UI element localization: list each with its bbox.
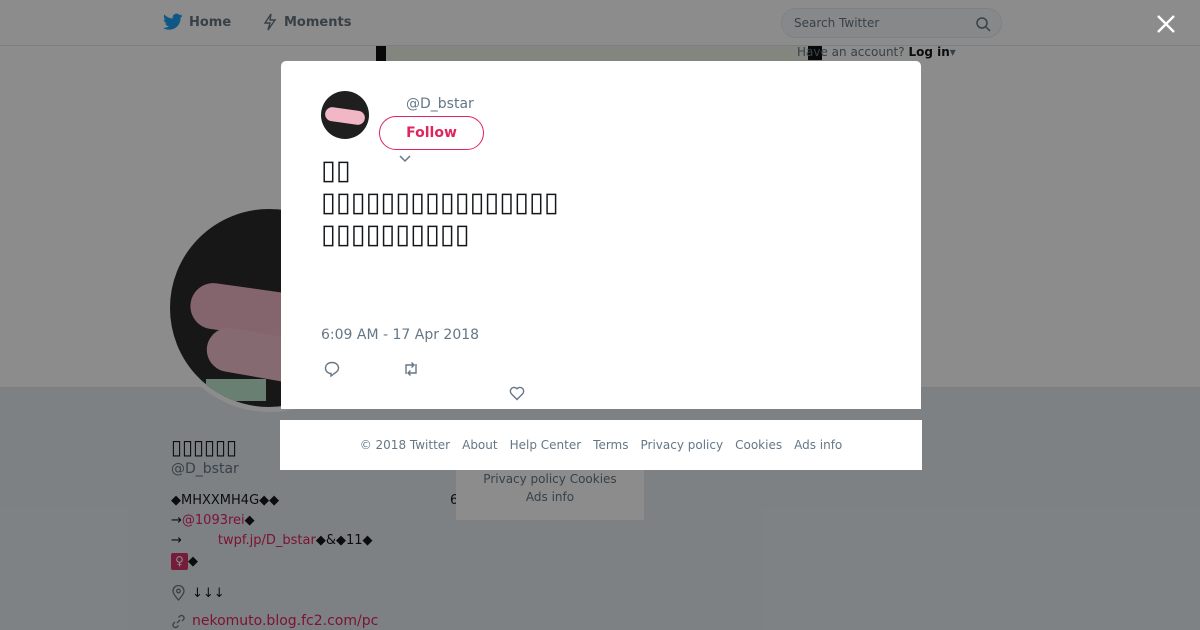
tweet-text: ▯▯ ▯▯▯▯▯▯▯▯▯▯▯▯▯▯▯▯ ▯▯▯▯▯▯▯▯▯▯ [321, 155, 559, 250]
tweet-timestamp[interactable]: 6:09 AM - 17 Apr 2018 [321, 327, 479, 343]
footer-link-help-center[interactable]: Help Center [510, 438, 582, 452]
tweet-modal: @D_bstar Follow ▯▯ ▯▯▯▯▯▯▯▯▯▯▯▯▯▯▯▯ ▯▯▯▯… [281, 61, 921, 409]
footer-link-terms[interactable]: Terms [593, 438, 628, 452]
footer-copyright: © 2018 Twitter [359, 438, 451, 452]
retweet-icon[interactable] [402, 360, 420, 378]
footer-link-privacy[interactable]: Privacy policy [641, 438, 724, 452]
reply-icon[interactable] [323, 360, 341, 378]
footer-link-cookies[interactable]: Cookies [735, 438, 782, 452]
close-icon[interactable] [1155, 13, 1177, 35]
tweet-author-avatar[interactable] [321, 91, 369, 139]
footer-link-ads-info[interactable]: Ads info [794, 438, 842, 452]
modal-footer: © 2018 Twitter About Help Center Terms P… [280, 420, 922, 470]
heart-icon[interactable] [508, 384, 526, 402]
tweet-author-handle[interactable]: @D_bstar [406, 96, 474, 112]
follow-button[interactable]: Follow [379, 116, 484, 150]
footer-link-about[interactable]: About [462, 438, 497, 452]
